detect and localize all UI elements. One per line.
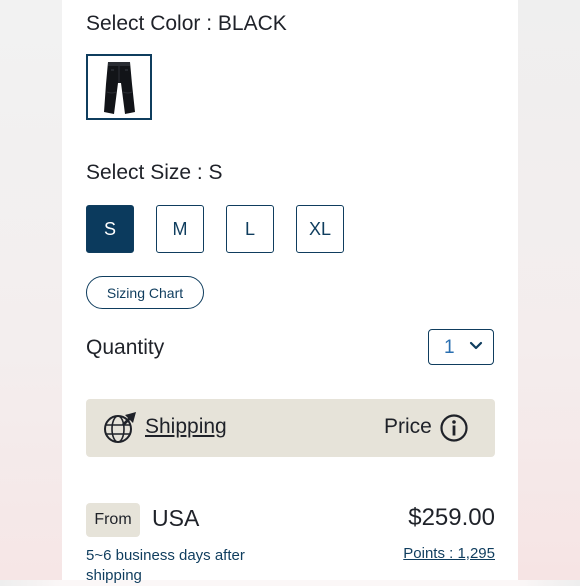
sizing-chart-button[interactable]: Sizing Chart (86, 276, 204, 309)
quantity-value: 1 (444, 337, 455, 358)
size-label: Select Size : S (86, 161, 223, 184)
product-options-panel: Select Color : BLACK Select Size : S S M… (62, 0, 518, 584)
origin-country: USA (152, 505, 200, 531)
points-link[interactable]: Points : 1,295 (403, 545, 495, 562)
size-option-l[interactable]: L (226, 205, 274, 253)
color-label: Select Color : BLACK (86, 12, 287, 35)
shipping-link[interactable]: Shipping (145, 415, 227, 439)
globe-plane-icon (104, 412, 136, 443)
pants-thumbnail (104, 62, 135, 114)
size-option-s[interactable]: S (86, 205, 134, 253)
quantity-select[interactable]: 1 (428, 329, 494, 365)
from-badge: From (86, 503, 140, 537)
chevron-down-icon (469, 341, 483, 350)
size-option-xl[interactable]: XL (296, 205, 344, 253)
price-label: Price (384, 415, 432, 438)
shipping-total-price: $259.00 (408, 504, 495, 531)
left-background (0, 0, 62, 580)
color-swatch-black[interactable] (86, 54, 152, 120)
delivery-estimate: 5~6 business days after shipping (86, 547, 245, 584)
shipping-price-header: Shipping Price (86, 399, 495, 457)
right-background (518, 0, 580, 580)
info-icon[interactable] (439, 413, 469, 443)
quantity-label: Quantity (86, 336, 165, 359)
size-option-m[interactable]: M (156, 205, 204, 253)
